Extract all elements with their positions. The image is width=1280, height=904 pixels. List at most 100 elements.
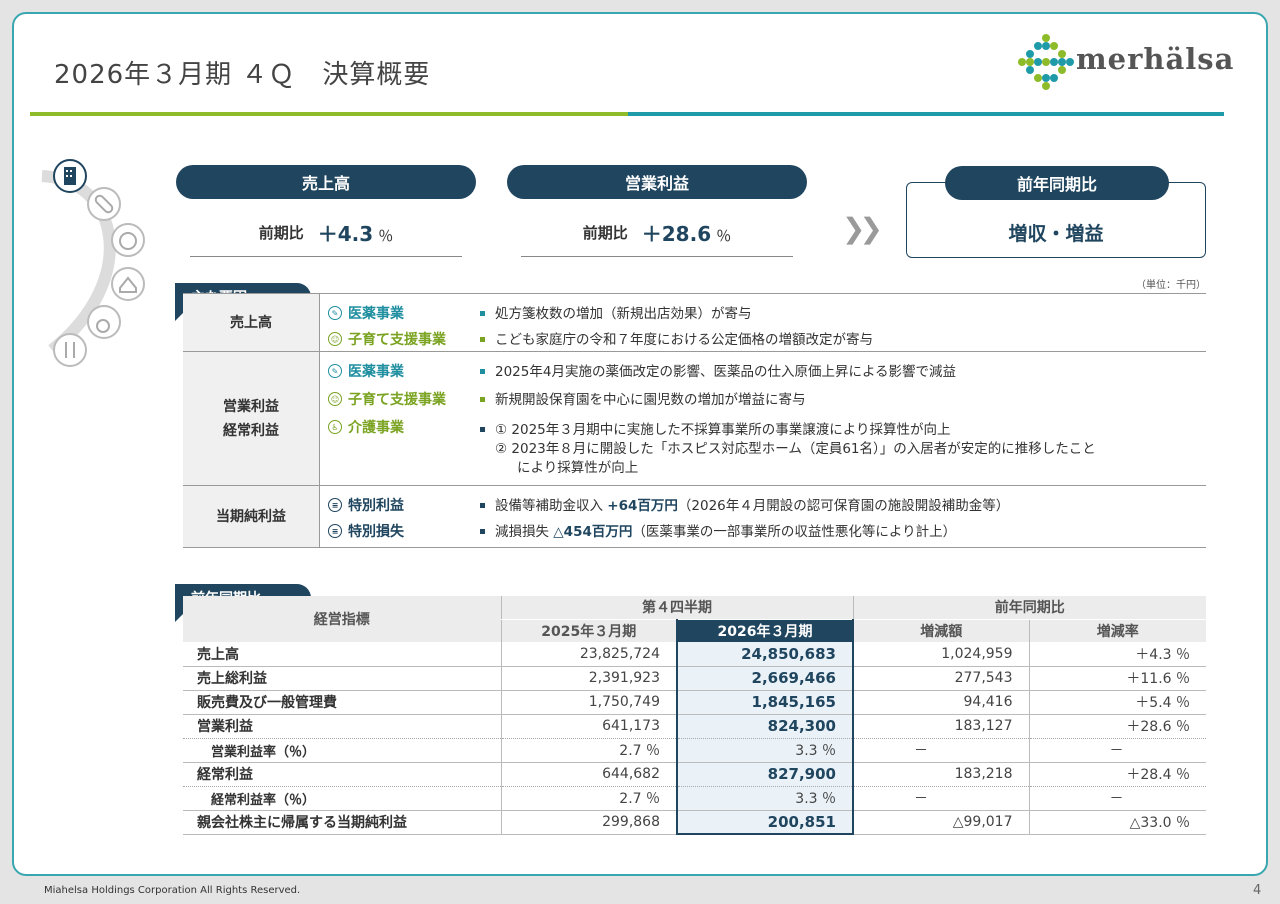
row-label: 売上総利益 [183, 666, 501, 691]
factor-row-net-income: 当期純利益 ≡ 特別利益 設備等補助金収入 +64百万円（2026年４月開設の認可… [183, 486, 1206, 548]
kpi-sales: 売上高 前期比 ＋4.3 ％ [176, 165, 476, 257]
factor-desc: 新規開設保育園を中心に園児数の増加が増益に寄与 [495, 392, 806, 408]
factor-amount: +64百万円 [607, 498, 678, 514]
table-row: 売上総利益 2,391,923 2,669,466 277,543 ＋11.6 … [183, 666, 1206, 691]
child-face-icon[interactable] [111, 223, 145, 257]
factor-biz: 介護事業 [348, 420, 404, 436]
kpi-sales-header: 売上高 [176, 165, 476, 199]
kpi-op-label: 前期比 [582, 224, 628, 242]
kpi-sales-label: 前期比 [258, 224, 304, 242]
medicine-icon: ✎ [328, 306, 342, 320]
table-row: 親会社株主に帰属する当期純利益 299,868 200,851 △99,017 … [183, 810, 1206, 835]
factor-biz: 医薬事業 [348, 306, 404, 322]
yoy-summary-box: 前年同期比 増収・増益 [906, 166, 1206, 258]
care-icon: ♿ [328, 420, 342, 434]
factor-biz: 医薬事業 [348, 364, 404, 380]
factor-desc: こども家庭庁の令和７年度における公定価格の増額改定が寄与 [495, 332, 873, 348]
cell-diff: － [853, 738, 1029, 763]
medicine-icon: ✎ [328, 364, 342, 378]
factor-amount: △454百万円 [553, 524, 633, 540]
cell-rate: ＋28.6 ％ [1028, 714, 1206, 739]
cell-diff: 277,543 [853, 666, 1029, 691]
cell-rate: － [1028, 738, 1206, 763]
col-group-quarter: 第４四半期 [500, 596, 853, 620]
cell-diff: 183,218 [853, 762, 1029, 787]
cell-curr: 3.3 ％ [676, 738, 854, 763]
col-group-yoy: 前年同期比 [852, 596, 1206, 620]
pill-icon[interactable] [87, 187, 121, 221]
cell-curr: 24,850,683 [676, 642, 854, 667]
double-chevron-right-icon: ❯❯ [842, 212, 883, 245]
factor-desc-note: （2026年４月開設の認可保育園の施設開設補助金等） [677, 498, 1010, 514]
col-metric-header: 経営指標 [183, 596, 501, 642]
row-label: 経常利益 [183, 762, 501, 787]
kpi-sales-unit: ％ [378, 227, 394, 245]
cell-rate: ＋4.3 ％ [1028, 642, 1206, 667]
cell-rate: △33.0 ％ [1028, 810, 1206, 835]
cell-prev: 2,391,923 [500, 666, 677, 691]
cell-prev: 1,750,749 [500, 690, 677, 715]
building-icon[interactable] [53, 159, 87, 193]
factor-category: 当期純利益 [183, 486, 320, 547]
col-prev-header: 2025年３月期 [500, 619, 677, 642]
col-curr-header: 2026年３月期 [676, 619, 854, 642]
header-rule-green [30, 112, 628, 116]
cell-curr: 1,845,165 [676, 690, 854, 715]
page-title: 2026年３月期 ４Ｑ 決算概要 [54, 60, 431, 90]
yoy-header: 前年同期比 [945, 166, 1169, 200]
row-label: 経常利益率（％） [183, 786, 501, 811]
factor-desc: 減損損失 [495, 524, 554, 540]
wheelchair-icon[interactable] [87, 305, 121, 339]
cell-prev: 2.7 ％ [500, 786, 677, 811]
house-icon[interactable] [111, 267, 145, 301]
loss-icon: ≡ [328, 524, 342, 538]
row-label: 親会社株主に帰属する当期純利益 [183, 810, 501, 835]
col-diff-header: 増減額 [852, 619, 1029, 642]
row-label: 営業利益率（％） [183, 738, 501, 763]
table-row: 営業利益 641,173 824,300 183,127 ＋28.6 ％ [183, 714, 1206, 739]
cell-prev: 299,868 [500, 810, 677, 835]
logo-mark-icon [1018, 34, 1074, 90]
factor-row-profit: 営業利益 経常利益 ✎ 医薬事業 2025年4月実施の薬価改定の影響、医薬品の仕入… [183, 352, 1206, 486]
company-logo: merhälsa [1016, 32, 1233, 92]
business-segment-nav [41, 159, 145, 367]
factors-table: 売上高 ✎ 医薬事業 処方箋枚数の増加（新規出店効果）が寄与 ☺ 子育て支援事業 こ… [183, 293, 1206, 548]
kpi-sales-value: ＋4.3 [317, 222, 374, 246]
logo-text: merhälsa [1076, 42, 1235, 76]
cell-diff: 183,127 [853, 714, 1029, 739]
cell-prev: 644,682 [500, 762, 677, 787]
factor-biz: 特別損失 [348, 524, 404, 540]
gain-icon: ≡ [328, 498, 342, 512]
factor-biz: 特別利益 [348, 498, 404, 514]
cell-rate: ＋11.6 ％ [1028, 666, 1206, 691]
row-label: 販売費及び一般管理費 [183, 690, 501, 715]
cell-curr: 200,851 [676, 810, 854, 835]
table-row: 営業利益率（％） 2.7 ％ 3.3 ％ － － [183, 738, 1206, 763]
table-row: 経常利益率（％） 2.7 ％ 3.3 ％ － － [183, 786, 1206, 811]
cell-curr: 824,300 [676, 714, 854, 739]
copyright-footer: Miahelsa Holdings Corporation All Rights… [44, 885, 301, 896]
cell-curr: 2,669,466 [676, 666, 854, 691]
table-row: 販売費及び一般管理費 1,750,749 1,845,165 94,416 ＋5… [183, 690, 1206, 715]
header-rule-teal [628, 112, 1224, 116]
cell-diff: － [853, 786, 1029, 811]
kpi-op-header: 営業利益 [507, 165, 807, 199]
cell-prev: 23,825,724 [500, 642, 677, 667]
page-number: 4 [1253, 883, 1262, 898]
cell-diff: △99,017 [853, 810, 1029, 835]
cell-rate: ＋28.4 ％ [1028, 762, 1206, 787]
meal-icon[interactable] [53, 333, 87, 367]
factor-category: 営業利益 経常利益 [183, 352, 320, 485]
factor-desc-note: （医薬事業の一部事業所の収益性悪化等により計上） [632, 524, 957, 540]
cell-rate: ＋5.4 ％ [1028, 690, 1206, 715]
kpi-operating-profit: 営業利益 前期比 ＋28.6 ％ [507, 165, 807, 257]
cell-diff: 94,416 [853, 690, 1029, 715]
cell-curr: 827,900 [676, 762, 854, 787]
financials-table: 経営指標 第４四半期 前年同期比 2025年３月期 2026年３月期 増減額 増… [183, 596, 1206, 835]
table-row: 経常利益 644,682 827,900 183,218 ＋28.4 ％ [183, 762, 1206, 787]
kpi-op-unit: ％ [716, 227, 732, 245]
unit-note: （単位：千円） [1136, 280, 1206, 291]
factor-desc-2: ② 2023年８月に開設した「ホスピス対応型ホーム（定員61名）」の入居者が安定… [495, 441, 1096, 457]
factor-category: 売上高 [183, 294, 320, 351]
table-row: 売上高 23,825,724 24,850,683 1,024,959 ＋4.3… [183, 642, 1206, 667]
